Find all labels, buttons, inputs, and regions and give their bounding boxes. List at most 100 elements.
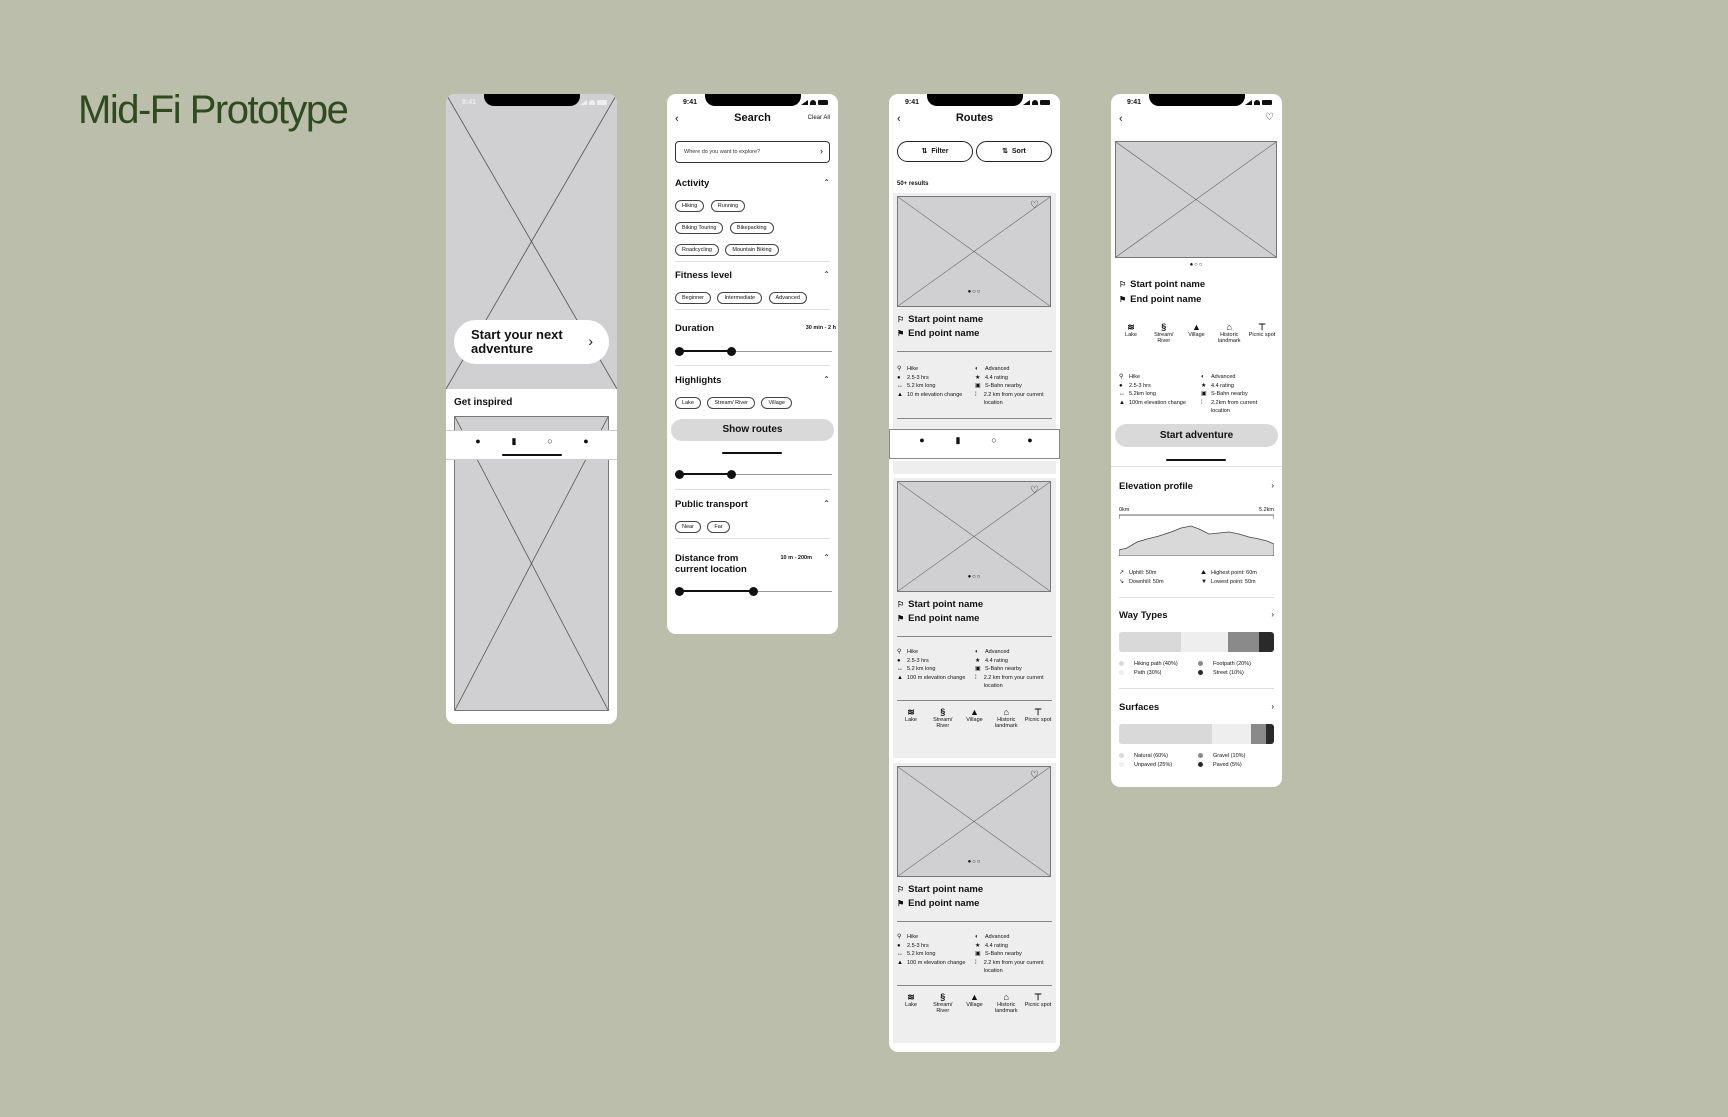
way-types-section[interactable]: Way Types › <box>1119 610 1274 621</box>
map-icon[interactable]: ▮ <box>953 435 963 445</box>
sort-label: Sort <box>1011 148 1026 155</box>
carousel-dots[interactable]: ●○○ <box>968 859 982 865</box>
profile-icon[interactable]: ● <box>581 436 591 446</box>
chevron-up-icon[interactable]: ⌃ <box>823 178 830 187</box>
profile-icon[interactable]: ● <box>1025 435 1035 445</box>
chip-running[interactable]: Running <box>710 200 746 212</box>
distance-heading: Distance from current location <box>675 553 747 575</box>
chevron-right-icon[interactable]: › <box>1271 702 1274 711</box>
heart-icon[interactable]: ♡ <box>1030 485 1039 496</box>
attr-text: 10 m elevation change <box>907 391 963 398</box>
level-icon: ◐ <box>975 649 979 655</box>
end-point-label: End point name <box>908 328 980 339</box>
amenity-picnic: ⊤ Picnic spot <box>1024 993 1052 1014</box>
chevron-up-icon[interactable]: ⌃ <box>823 499 830 508</box>
heart-icon[interactable]: ♡ <box>1030 770 1039 781</box>
slider-knob-max[interactable] <box>727 347 736 356</box>
compass-icon[interactable]: ● <box>917 435 927 445</box>
attr-level: ◐ Advanced <box>975 365 1047 374</box>
heart-icon[interactable]: ♡ <box>1030 200 1039 211</box>
chip-roadcycling[interactable]: Roadcycling <box>675 244 719 256</box>
attr-elevation: ▲ 100 m elevation change <box>897 674 969 691</box>
carousel-dots[interactable]: ●○○ <box>1190 262 1204 268</box>
amenity-picnic: ⊤ Picnic spot <box>1024 708 1052 729</box>
chip-advanced[interactable]: Advanced <box>768 292 807 304</box>
chip-hiking[interactable]: Hiking <box>675 200 705 212</box>
chip-lake[interactable]: Lake <box>675 397 701 409</box>
start-point-label: Start point name <box>908 884 984 895</box>
attr-text: 2.2 km from your current location <box>983 959 1044 975</box>
compass-icon[interactable]: ● <box>473 436 483 446</box>
back-icon[interactable]: ‹ <box>1119 113 1123 125</box>
clear-all-link[interactable]: Clear All <box>808 115 830 121</box>
route-card[interactable]: ♡ ●○○ ⚐ Start point name ⚑ End point name … <box>893 193 1056 433</box>
legend-item: Natural (60%) <box>1119 752 1198 761</box>
start-adventure-button[interactable]: Start adventure <box>1115 424 1278 447</box>
divider <box>1111 466 1282 467</box>
route-card[interactable]: ♡ ●○○ ⚐ Start point name ⚑ End point name … <box>893 763 1056 1043</box>
chip-biking-touring[interactable]: Biking Touring <box>675 222 724 234</box>
map-icon[interactable]: ▮ <box>509 436 519 446</box>
lowest-icon: ▼ <box>1201 578 1207 585</box>
slider-knob-min[interactable] <box>675 347 684 356</box>
chip-mountain-biking[interactable]: Mountain Biking <box>725 244 779 256</box>
filter-button[interactable]: ⇅ Filter <box>897 141 973 162</box>
chip-bikepacking[interactable]: Bikepacking <box>729 222 774 234</box>
slider-fill <box>679 473 731 475</box>
show-routes-button[interactable]: Show routes <box>671 419 834 441</box>
attr-length: ↔ 5.2km long <box>1119 390 1195 399</box>
search-circle-icon[interactable]: ○ <box>989 435 999 445</box>
flag-icon: ⚑ <box>897 899 905 908</box>
amenity-lake: ≋ Lake <box>897 708 925 729</box>
chevron-up-icon[interactable]: ⌃ <box>823 270 830 279</box>
chevron-up-icon[interactable]: ⌃ <box>823 375 830 384</box>
slider-knob-max[interactable] <box>727 470 736 479</box>
slider-knob-min[interactable] <box>675 470 684 479</box>
chevron-right-icon[interactable]: › <box>1271 610 1274 619</box>
slider-knob-max[interactable] <box>749 587 758 596</box>
route-attributes: ⚲ Hike ◐ Advanced ● 2.5-3 hrs ★ 4.4 rating ↔… <box>1119 373 1277 416</box>
chip-intermediate[interactable]: Intermediate <box>717 292 763 304</box>
chevron-up-icon[interactable]: ⌃ <box>823 553 830 562</box>
duration-range: 30 min - 2 h <box>805 325 836 331</box>
activity-section: Activity ⌃ Hiking Running Biking Touring… <box>675 178 830 260</box>
attr-text: 4.4 rating <box>985 657 1008 664</box>
chip-village[interactable]: Village <box>761 397 792 409</box>
search-circle-icon[interactable]: ○ <box>545 436 555 446</box>
attr-elevation: ▲ 10 m elevation change <box>897 391 969 408</box>
status-time: 9:41 <box>1127 99 1142 106</box>
start-adventure-button[interactable]: Start your next adventure › <box>454 320 609 364</box>
chip-stream-river[interactable]: Stream/ River <box>707 397 756 409</box>
attr-text: 4.4 rating <box>1211 382 1234 389</box>
carousel-dots[interactable]: ●○○ <box>968 574 982 580</box>
attr-duration: ● 2.5-3 hrs <box>1119 382 1195 391</box>
duration-slider[interactable] <box>675 346 832 356</box>
attr-text: S-Bahn nearby <box>1211 391 1248 397</box>
route-card[interactable]: ♡ ●○○ ⚐ Start point name ⚑ End point name … <box>893 478 1056 758</box>
way-type-segment <box>1227 632 1259 652</box>
surfaces-section[interactable]: Surfaces › <box>1119 702 1274 713</box>
route-attributes: ⚲ Hike ◐ Advanced ● 2.5-3 hrs ★ 4.4 rating ↔… <box>897 648 1047 691</box>
amenity-label: Historic landmark <box>994 717 1018 729</box>
slider-knob-min[interactable] <box>675 587 684 596</box>
carousel-dots[interactable]: ●○○ <box>968 289 982 295</box>
sort-button[interactable]: ⇅ Sort <box>976 141 1052 162</box>
legend-text: Unpaved (25%) <box>1134 761 1173 768</box>
amenity-label: Lake <box>905 1002 917 1008</box>
distance-slider[interactable] <box>675 586 832 596</box>
chip-near[interactable]: Near <box>675 521 701 533</box>
chip-beginner[interactable]: Beginner <box>675 292 712 304</box>
chip-far[interactable]: Far <box>707 521 730 533</box>
elevation-section[interactable]: Elevation profile › <box>1119 481 1274 492</box>
range-slider[interactable] <box>675 469 832 479</box>
way-types-bar <box>1119 632 1274 652</box>
amenity-village: ▲ Village <box>1183 323 1211 344</box>
hike-icon: ⚲ <box>1119 374 1124 380</box>
tab-bar: ● ▮ ○ ● <box>889 429 1060 459</box>
elevation-icon: ▲ <box>1119 399 1125 406</box>
heart-icon[interactable]: ♡ <box>1265 112 1274 123</box>
start-point-label: Start point name <box>908 599 984 610</box>
search-input[interactable]: Where do you want to explore? › <box>675 141 830 163</box>
chevron-right-icon[interactable]: › <box>1271 481 1274 490</box>
show-routes-overlay: Show routes <box>667 416 838 458</box>
